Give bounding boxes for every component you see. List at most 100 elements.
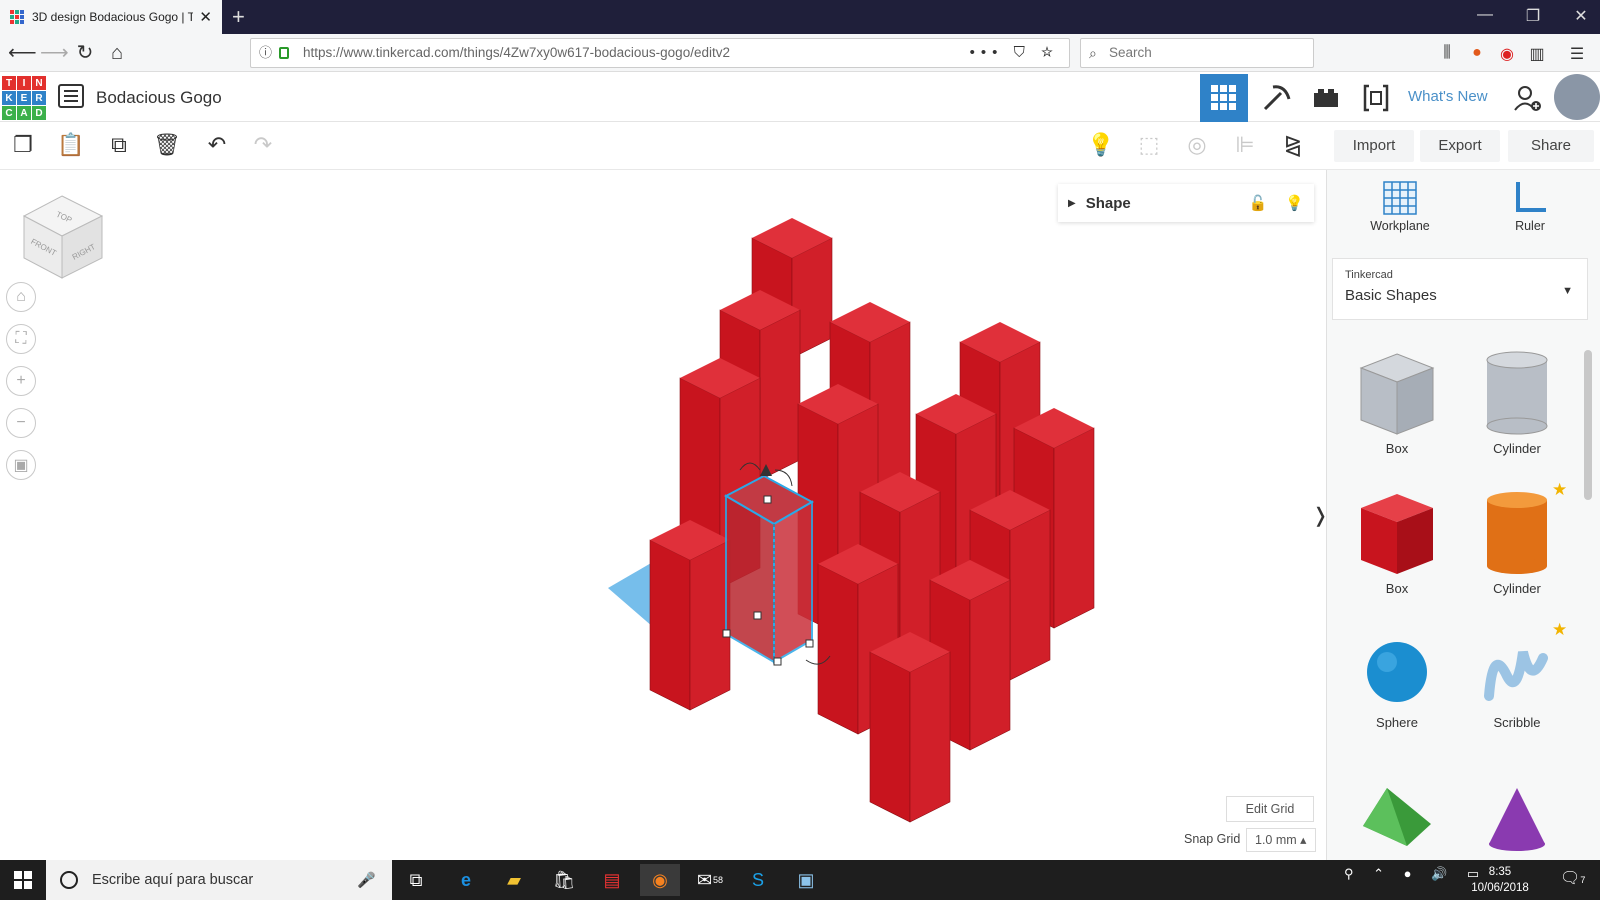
- forward-icon[interactable]: ⟶: [40, 40, 69, 66]
- microphone-icon[interactable]: 🎤: [357, 871, 376, 889]
- design-title[interactable]: Bodacious Gogo: [96, 88, 222, 108]
- browser-tab[interactable]: 3D design Bodacious Gogo | Ti ✕: [0, 0, 222, 34]
- shape-inspector[interactable]: ▶ Shape 🔓 💡: [1058, 184, 1314, 222]
- page-actions-icons[interactable]: ••• ⛉ ☆: [970, 39, 1059, 67]
- file-explorer-icon[interactable]: ▰: [494, 864, 534, 896]
- search-placeholder: Search: [1109, 45, 1152, 60]
- system-tray-icons[interactable]: ⚲ ⌃ ● 🔊 ▭: [1344, 866, 1487, 882]
- zoom-in-button[interactable]: +: [6, 366, 36, 396]
- restore-icon[interactable]: ❐: [1518, 6, 1548, 26]
- ungroup-button[interactable]: ◎: [1180, 128, 1214, 162]
- copy-button[interactable]: ❐: [6, 128, 40, 162]
- zoom-out-button[interactable]: −: [6, 408, 36, 438]
- bricks-button[interactable]: [1302, 74, 1350, 122]
- export-button[interactable]: Export: [1420, 130, 1500, 162]
- shape-cylinder[interactable]: Cylinder: [1462, 490, 1572, 596]
- snap-grid-select[interactable]: 1.0 mm ▴: [1246, 828, 1316, 852]
- view-cube[interactable]: TOP FRONT RIGHT: [20, 192, 104, 282]
- lightbulb-icon: 💡: [1087, 132, 1115, 157]
- reload-icon[interactable]: ↻: [72, 40, 98, 66]
- design-list-icon[interactable]: [58, 84, 84, 108]
- simulation-button[interactable]: [1352, 74, 1400, 122]
- scene[interactable]: [0, 170, 1326, 860]
- logo-letter: I: [17, 76, 31, 90]
- import-button[interactable]: Import: [1334, 130, 1414, 162]
- expand-triangle-icon[interactable]: ▶: [1068, 198, 1076, 209]
- scrollbar-thumb[interactable]: [1584, 350, 1592, 500]
- hamburger-menu-icon[interactable]: ☰: [1566, 44, 1588, 64]
- avatar[interactable]: [1554, 74, 1600, 120]
- site-info-icon[interactable]: ⓘ: [259, 39, 272, 67]
- projection-button[interactable]: ▣: [6, 450, 36, 480]
- group-button[interactable]: ⬚: [1132, 128, 1166, 162]
- fit-view-button[interactable]: ⛶: [6, 324, 36, 354]
- resize-handle[interactable]: [763, 495, 772, 504]
- 3d-view-button[interactable]: [1200, 74, 1248, 122]
- resize-handle[interactable]: [753, 611, 762, 620]
- sidebar-scrollbar[interactable]: [1582, 334, 1594, 860]
- close-tab-icon[interactable]: ✕: [199, 8, 212, 26]
- workplane-tool[interactable]: Workplane: [1360, 180, 1440, 233]
- clock-time: 8:35: [1488, 866, 1512, 878]
- window-close-icon[interactable]: ✕: [1566, 6, 1596, 26]
- store-icon[interactable]: 🛍: [544, 864, 584, 896]
- library-icon[interactable]: ⫼: [1436, 44, 1458, 62]
- undo-button[interactable]: ↶: [200, 128, 234, 162]
- more-icon[interactable]: •••: [970, 44, 1004, 61]
- lock-icon[interactable]: 🔓: [1249, 194, 1268, 212]
- taskbar-search[interactable]: Escribe aquí para buscar 🎤: [46, 860, 392, 900]
- clock[interactable]: 8:35 10/06/2018: [1468, 864, 1532, 896]
- workplane-canvas[interactable]: [0, 170, 1326, 860]
- whats-new-link[interactable]: What's New: [1408, 88, 1488, 105]
- browser-search-input[interactable]: ⌕ Search: [1080, 38, 1314, 68]
- firefox-icon[interactable]: ◉: [640, 864, 680, 896]
- roof-icon: [1363, 788, 1431, 846]
- back-icon[interactable]: ⟵: [8, 40, 37, 66]
- task-view-icon[interactable]: ⧉: [396, 864, 436, 896]
- new-tab-button[interactable]: +: [232, 4, 245, 30]
- home-icon[interactable]: ⌂: [104, 40, 130, 66]
- brick-stack[interactable]: [649, 218, 1095, 823]
- mail-extension-icon[interactable]: ◉: [1496, 44, 1518, 64]
- logo-letter: E: [17, 91, 31, 105]
- url-bar[interactable]: ⓘ https://www.tinkercad.com/things/4Zw7x…: [250, 38, 1070, 68]
- skype-icon[interactable]: S: [738, 864, 778, 896]
- edit-grid-button[interactable]: Edit Grid: [1226, 796, 1314, 822]
- brick[interactable]: [869, 632, 951, 823]
- ruler-tool[interactable]: Ruler: [1490, 180, 1570, 233]
- edge-icon[interactable]: e: [446, 864, 486, 896]
- minimize-icon[interactable]: —: [1470, 6, 1500, 24]
- extension-icon[interactable]: ●: [1466, 44, 1488, 62]
- shape-scribble[interactable]: Scribble: [1462, 636, 1572, 730]
- shape-library-select[interactable]: Tinkercad Basic Shapes ▼: [1332, 258, 1588, 320]
- paste-button[interactable]: 📋: [54, 128, 88, 162]
- shape-cone[interactable]: [1462, 784, 1572, 857]
- codeblocks-button[interactable]: [1252, 74, 1300, 122]
- photos-icon[interactable]: ▣: [786, 864, 826, 896]
- shape-sphere[interactable]: Sphere: [1342, 636, 1452, 730]
- show-all-button[interactable]: 💡: [1084, 128, 1118, 162]
- delete-button[interactable]: 🗑: [150, 128, 184, 162]
- resize-handle[interactable]: [805, 639, 814, 648]
- popcorn-icon[interactable]: ▤: [592, 864, 632, 896]
- duplicate-button[interactable]: ⧉: [102, 128, 136, 162]
- shape-cylinder-hole[interactable]: Cylinder: [1462, 350, 1572, 456]
- tinkercad-logo[interactable]: T I N K E R C A D: [2, 76, 46, 120]
- notification-center-icon[interactable]: 🗨7: [1560, 868, 1585, 888]
- align-button[interactable]: ⊫: [1228, 128, 1262, 162]
- shape-box[interactable]: Box: [1342, 490, 1452, 596]
- home-view-button[interactable]: ⌂: [6, 282, 36, 312]
- sidebar-toggle-icon[interactable]: ▥: [1526, 44, 1548, 64]
- share-button[interactable]: Share: [1508, 130, 1594, 162]
- add-user-button[interactable]: [1504, 74, 1552, 122]
- mail-icon[interactable]: ✉ 58: [690, 864, 730, 896]
- mirror-button[interactable]: ⧎: [1276, 128, 1310, 162]
- brick[interactable]: [649, 520, 731, 711]
- shape-box-hole[interactable]: Box: [1342, 350, 1452, 456]
- resize-handle[interactable]: [773, 657, 782, 666]
- resize-handle[interactable]: [722, 629, 731, 638]
- start-button[interactable]: [0, 860, 46, 900]
- redo-button[interactable]: ↷: [246, 128, 280, 162]
- shape-roof[interactable]: [1342, 784, 1452, 853]
- lightbulb-icon[interactable]: 💡: [1285, 194, 1304, 212]
